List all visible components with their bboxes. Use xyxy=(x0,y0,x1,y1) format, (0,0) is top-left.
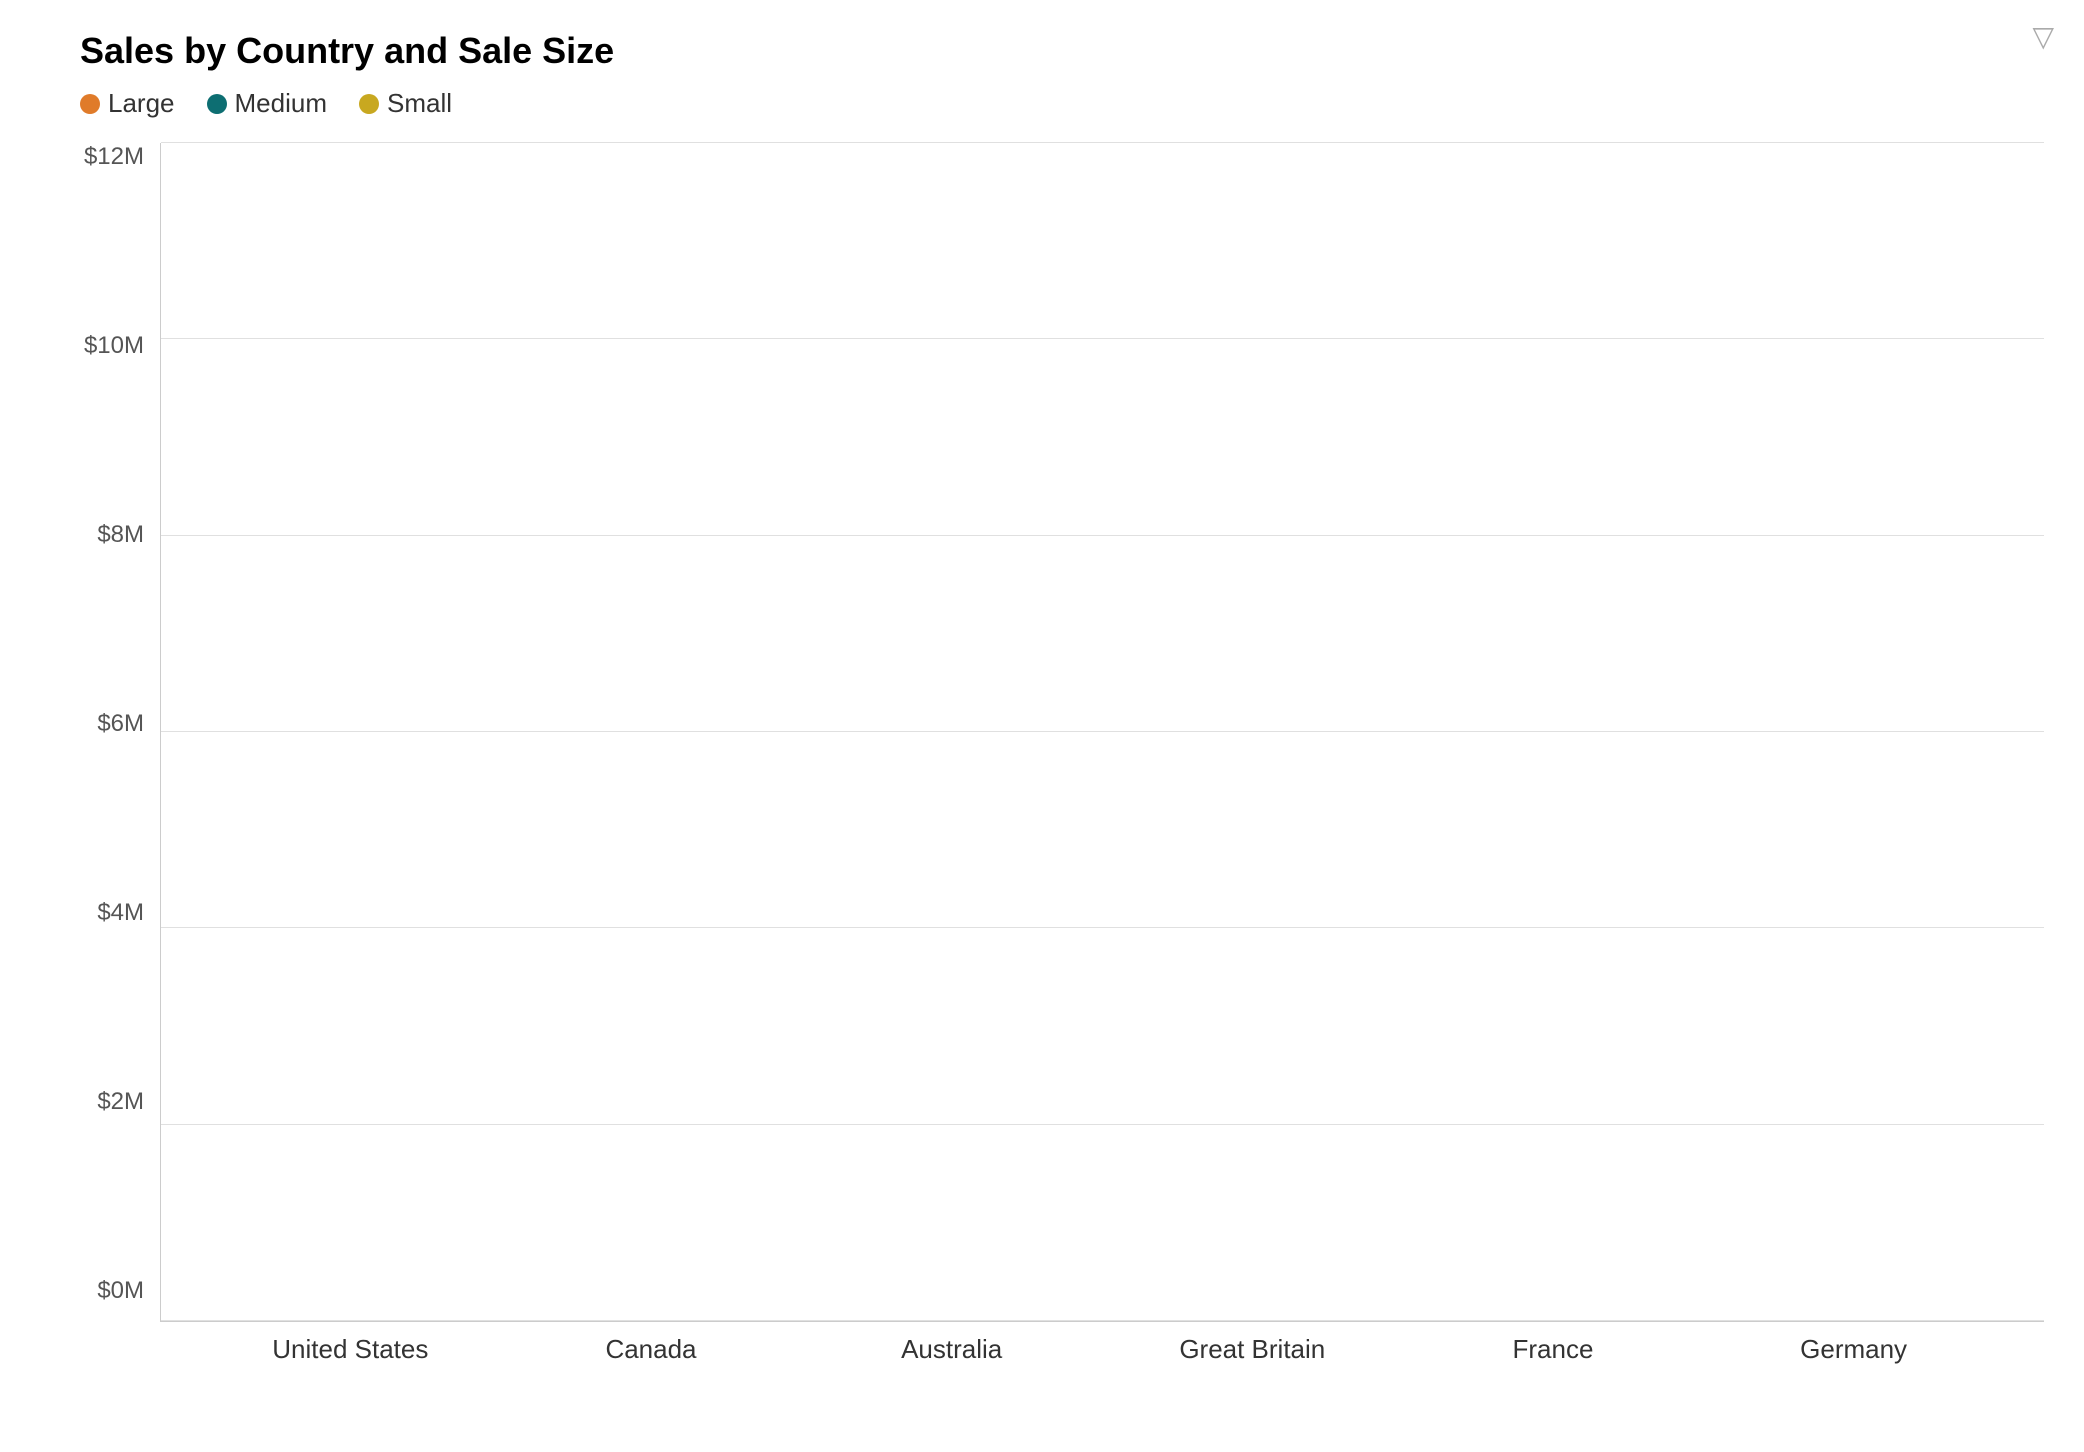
legend-item-medium: Medium xyxy=(207,88,327,119)
y-axis-label: $8M xyxy=(97,521,144,549)
y-axis-label: $0M xyxy=(97,1277,144,1305)
x-axis-label: Great Britain xyxy=(1142,1334,1362,1365)
y-axis-label: $10M xyxy=(84,332,144,360)
filter-icon[interactable]: ▽ xyxy=(2032,20,2054,53)
bars-area xyxy=(161,143,2044,1321)
legend-label-small: Small xyxy=(387,88,452,119)
chart-title: Sales by Country and Sale Size xyxy=(80,30,2044,72)
legend-label-medium: Medium xyxy=(235,88,327,119)
x-axis-label: France xyxy=(1443,1334,1663,1365)
legend-dot-large xyxy=(80,94,100,114)
legend-item-small: Small xyxy=(359,88,452,119)
legend-dot-small xyxy=(359,94,379,114)
y-axis-label: $12M xyxy=(84,143,144,171)
legend-label-large: Large xyxy=(108,88,175,119)
x-axis-label: United States xyxy=(240,1334,460,1365)
x-labels: United States Canada Australia Great Britai… xyxy=(160,1334,2044,1365)
x-axis-label: Australia xyxy=(842,1334,1062,1365)
grid-and-bars xyxy=(160,143,2044,1322)
x-axis-label: Germany xyxy=(1744,1334,1964,1365)
y-axis: $0M $2M $4M $6M $8M $10M $12M xyxy=(80,143,160,1365)
legend: Large Medium Small xyxy=(80,88,2044,119)
y-axis-label: $6M xyxy=(97,710,144,738)
chart-inner: United States Canada Australia Great Britai… xyxy=(160,143,2044,1365)
legend-item-large: Large xyxy=(80,88,175,119)
legend-dot-medium xyxy=(207,94,227,114)
y-axis-label: $4M xyxy=(97,899,144,927)
x-axis-label: Canada xyxy=(541,1334,761,1365)
chart-area: $0M $2M $4M $6M $8M $10M $12M United States Can… xyxy=(80,143,2044,1365)
y-axis-label: $2M xyxy=(97,1088,144,1116)
chart-container: ▽ Sales by Country and Sale Size Large M… xyxy=(0,0,2084,1452)
